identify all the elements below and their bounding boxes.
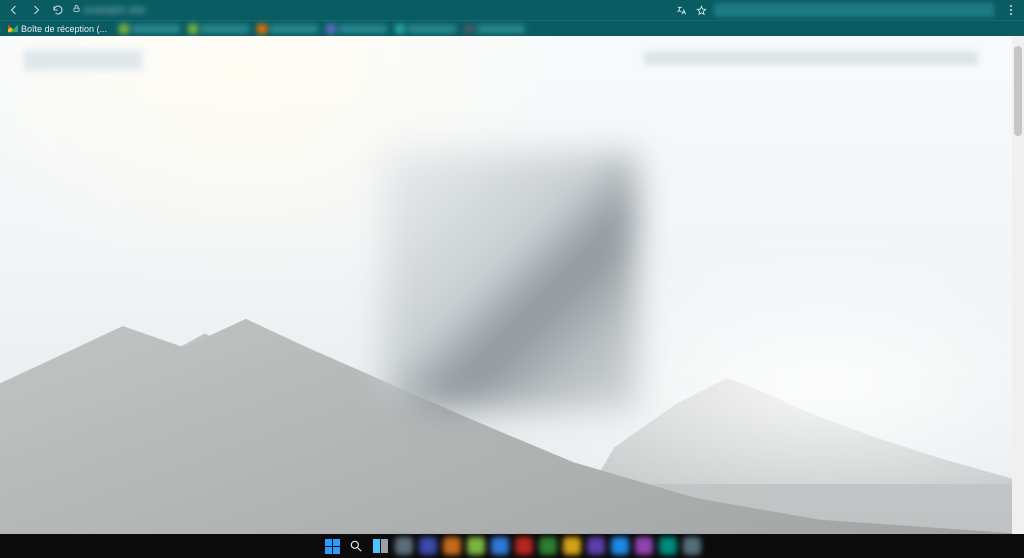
taskbar-app[interactable] bbox=[563, 537, 581, 555]
address-bar[interactable]: example.site bbox=[72, 4, 146, 16]
browser-menu-button[interactable] bbox=[1004, 5, 1018, 15]
taskbar-app[interactable] bbox=[395, 537, 413, 555]
search-button[interactable] bbox=[347, 537, 365, 555]
taskbar-app[interactable] bbox=[683, 537, 701, 555]
page-viewport bbox=[0, 36, 1024, 534]
bookmark-item[interactable] bbox=[391, 24, 460, 34]
gmail-icon bbox=[8, 24, 18, 34]
address-text: example.site bbox=[84, 5, 146, 16]
taskbar-app[interactable] bbox=[419, 537, 437, 555]
taskbar-app[interactable] bbox=[467, 537, 485, 555]
taskbar-app[interactable] bbox=[611, 537, 629, 555]
site-nav[interactable] bbox=[644, 51, 978, 65]
back-button[interactable] bbox=[6, 2, 22, 18]
taskbar-app[interactable] bbox=[443, 537, 461, 555]
taskbar-app[interactable] bbox=[539, 537, 557, 555]
site-logo[interactable] bbox=[24, 50, 142, 70]
bookmark-star-icon[interactable] bbox=[694, 3, 708, 17]
forward-button[interactable] bbox=[28, 2, 44, 18]
vertical-scrollbar[interactable] bbox=[1012, 36, 1024, 534]
bookmarks-bar: Boîte de réception (... bbox=[0, 20, 1024, 36]
windows-logo-icon bbox=[325, 539, 340, 554]
task-view-button[interactable] bbox=[371, 537, 389, 555]
bookmark-item[interactable] bbox=[115, 24, 184, 34]
start-button[interactable] bbox=[323, 537, 341, 555]
bookmark-item[interactable] bbox=[184, 24, 253, 34]
scrollbar-thumb[interactable] bbox=[1014, 46, 1022, 136]
bookmark-item[interactable] bbox=[253, 24, 322, 34]
tab-title: Boîte de réception (... bbox=[21, 24, 107, 34]
taskbar-app[interactable] bbox=[491, 537, 509, 555]
extensions-area bbox=[714, 3, 994, 17]
taskbar-app[interactable] bbox=[659, 537, 677, 555]
taskbar-app[interactable] bbox=[635, 537, 653, 555]
taskbar-app[interactable] bbox=[515, 537, 533, 555]
browser-toolbar: example.site bbox=[0, 0, 1024, 20]
task-view-icon bbox=[373, 539, 388, 553]
bookmark-item[interactable] bbox=[460, 24, 529, 34]
lock-icon bbox=[72, 4, 81, 16]
browser-chrome: example.site Boîte de réception (... bbox=[0, 0, 1024, 36]
bookmark-item[interactable] bbox=[322, 24, 391, 34]
windows-taskbar bbox=[0, 534, 1024, 558]
taskbar-app[interactable] bbox=[587, 537, 605, 555]
reload-button[interactable] bbox=[50, 2, 66, 18]
active-tab[interactable]: Boîte de réception (... bbox=[4, 24, 111, 34]
hero-card bbox=[383, 152, 637, 410]
translate-icon[interactable] bbox=[674, 3, 688, 17]
